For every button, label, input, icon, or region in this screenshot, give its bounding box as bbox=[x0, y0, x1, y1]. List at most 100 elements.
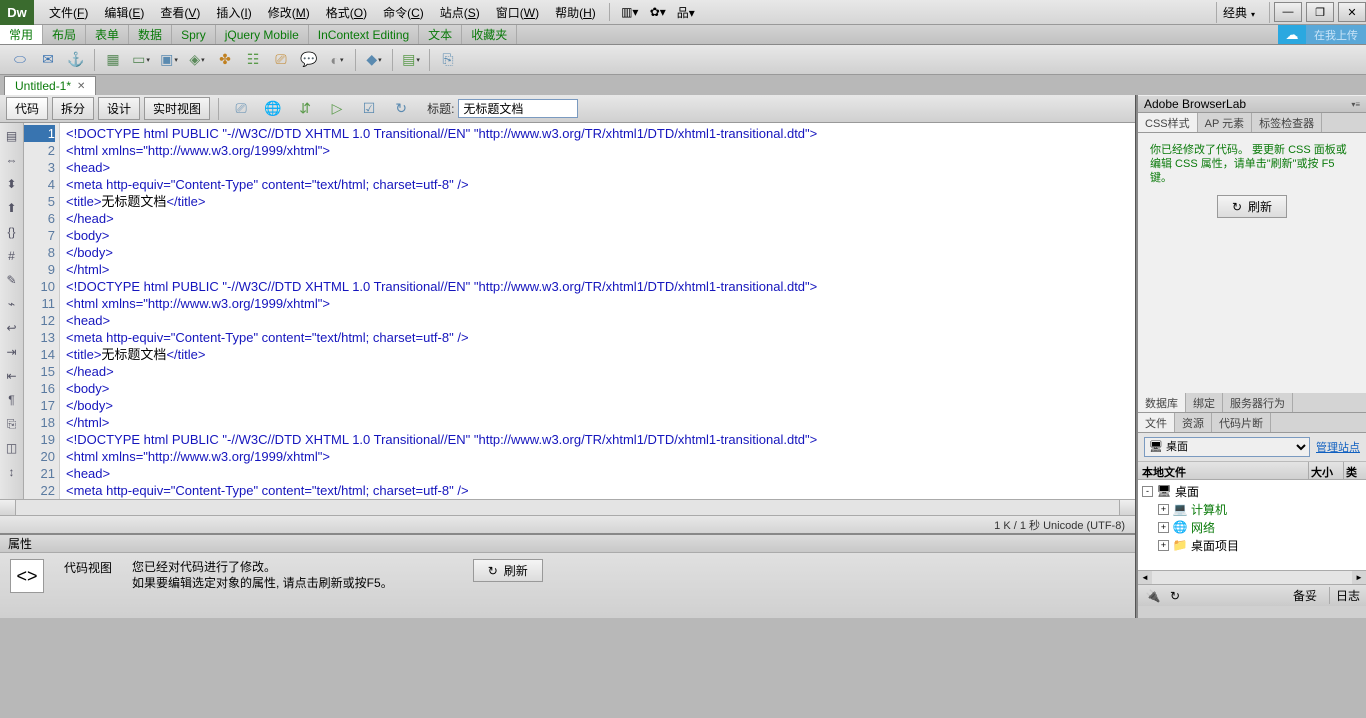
files-tree[interactable]: -🖥桌面+💻计算机+🌐网络+📁桌面项目 bbox=[1138, 480, 1366, 570]
hyperlink-icon[interactable]: ⬭ bbox=[9, 49, 31, 71]
server-icon[interactable]: ⎚ bbox=[270, 49, 292, 71]
templates-icon[interactable]: ▤ bbox=[400, 49, 422, 71]
menu-i[interactable]: 插入(I) bbox=[209, 1, 258, 24]
category-tab[interactable]: jQuery Mobile bbox=[216, 25, 309, 44]
properties-header[interactable]: 属性 bbox=[0, 535, 1135, 553]
files-scrollbar[interactable] bbox=[1138, 570, 1366, 584]
close-button[interactable]: ✕ bbox=[1338, 2, 1366, 22]
expand-icon[interactable]: ⬍ bbox=[3, 175, 21, 193]
tree-toggle[interactable]: + bbox=[1158, 540, 1169, 551]
log-link[interactable]: 日志 bbox=[1329, 587, 1360, 604]
panel-tab[interactable]: 绑定 bbox=[1186, 393, 1223, 412]
category-tab[interactable]: InContext Editing bbox=[309, 25, 419, 44]
site-dropdown[interactable]: 🖥 桌面 bbox=[1144, 437, 1310, 457]
browserlab-header[interactable]: Adobe BrowserLab▾≡ bbox=[1138, 95, 1366, 113]
category-tab[interactable]: 数据 bbox=[129, 25, 172, 44]
balance-icon[interactable]: {} bbox=[3, 223, 21, 241]
maximize-button[interactable]: ❐ bbox=[1306, 2, 1334, 22]
code-view-button[interactable]: 代码 bbox=[6, 97, 48, 120]
widget-icon[interactable]: ✤ bbox=[214, 49, 236, 71]
tree-toggle[interactable]: + bbox=[1158, 504, 1169, 515]
browser-icon[interactable]: 🌐 bbox=[262, 98, 284, 120]
div-icon[interactable]: ▭ bbox=[130, 49, 152, 71]
check-icon[interactable]: ☑ bbox=[358, 98, 380, 120]
word-wrap-icon[interactable]: ↩ bbox=[3, 319, 21, 337]
tree-row[interactable]: +💻计算机 bbox=[1138, 500, 1366, 518]
props-refresh-button[interactable]: ↻刷新 bbox=[473, 559, 543, 582]
line-numbers-icon[interactable]: # bbox=[3, 247, 21, 265]
live-view-button[interactable]: 实时视图 bbox=[144, 97, 210, 120]
category-tab[interactable]: 常用 bbox=[0, 25, 43, 44]
refresh-icon[interactable]: ↻ bbox=[390, 98, 412, 120]
design-view-button[interactable]: 设计 bbox=[98, 97, 140, 120]
menu-h[interactable]: 帮助(H) bbox=[548, 1, 603, 24]
live-code-icon[interactable]: ⎚ bbox=[230, 98, 252, 120]
highlight-icon[interactable]: ✎ bbox=[3, 271, 21, 289]
tree-row[interactable]: +📁桌面项目 bbox=[1138, 536, 1366, 554]
menu-m[interactable]: 修改(M) bbox=[261, 1, 317, 24]
tree-toggle[interactable]: - bbox=[1142, 486, 1153, 497]
recent-icon[interactable]: ⎘ bbox=[3, 415, 21, 433]
document-tab[interactable]: Untitled-1* ✕ bbox=[4, 76, 96, 95]
tree-toggle[interactable]: + bbox=[1158, 522, 1169, 533]
move-icon[interactable]: ↕ bbox=[3, 463, 21, 481]
category-tab[interactable]: 收藏夹 bbox=[462, 25, 517, 44]
menu-e[interactable]: 编辑(E) bbox=[97, 1, 151, 24]
format-icon[interactable]: ¶ bbox=[3, 391, 21, 409]
panel-tab[interactable]: 数据库 bbox=[1138, 393, 1186, 412]
panel-tab[interactable]: 服务器行为 bbox=[1223, 393, 1293, 412]
open-docs-icon[interactable]: ▤ bbox=[3, 127, 21, 145]
tree-row[interactable]: -🖥桌面 bbox=[1138, 482, 1366, 500]
menu-s[interactable]: 站点(S) bbox=[433, 1, 487, 24]
site-icon[interactable]: 品▾ bbox=[676, 4, 696, 20]
tree-row[interactable]: +🌐网络 bbox=[1138, 518, 1366, 536]
category-tab[interactable]: 表单 bbox=[86, 25, 129, 44]
manage-sites-link[interactable]: 管理站点 bbox=[1316, 439, 1360, 455]
title-input[interactable] bbox=[458, 99, 578, 118]
menu-w[interactable]: 窗口(W) bbox=[489, 1, 546, 24]
close-tab-icon[interactable]: ✕ bbox=[77, 81, 85, 92]
css-refresh-button[interactable]: ↻刷新 bbox=[1217, 195, 1287, 218]
workspace-dropdown[interactable]: 经典 bbox=[1216, 2, 1270, 23]
category-tab[interactable]: 布局 bbox=[43, 25, 86, 44]
syntax-icon[interactable]: ⌁ bbox=[3, 295, 21, 313]
category-tab[interactable]: Spry bbox=[172, 25, 216, 44]
select-parent-icon[interactable]: ⬆ bbox=[3, 199, 21, 217]
panel-tab[interactable]: CSS样式 bbox=[1138, 113, 1198, 132]
category-tab[interactable]: 文本 bbox=[419, 25, 462, 44]
snippets-icon[interactable]: ◫ bbox=[3, 439, 21, 457]
comment-icon[interactable]: 💬 bbox=[298, 49, 320, 71]
menu-c[interactable]: 命令(C) bbox=[376, 1, 431, 24]
panel-tab[interactable]: 代码片断 bbox=[1212, 413, 1271, 432]
minimize-button[interactable]: — bbox=[1274, 2, 1302, 22]
image-icon[interactable]: ▣ bbox=[158, 49, 180, 71]
menu-v[interactable]: 查看(V) bbox=[153, 1, 207, 24]
indent-icon[interactable]: ⇥ bbox=[3, 343, 21, 361]
menu-f[interactable]: 文件(F) bbox=[42, 1, 95, 24]
h-scrollbar[interactable] bbox=[0, 499, 1135, 515]
panel-tab[interactable]: AP 元素 bbox=[1198, 113, 1253, 132]
menu-o[interactable]: 格式(O) bbox=[319, 1, 374, 24]
media-icon[interactable]: ◈ bbox=[186, 49, 208, 71]
tag-chooser-icon[interactable]: ⎘ bbox=[437, 49, 459, 71]
outdent-icon[interactable]: ⇤ bbox=[3, 367, 21, 385]
connect-icon[interactable]: 🔌 bbox=[1144, 587, 1162, 605]
panel-tab[interactable]: 资源 bbox=[1175, 413, 1212, 432]
code-editor[interactable]: ▤ ⇔ ⬍ ⬆ {} # ✎ ⌁ ↩ ⇥ ⇤ ¶ ⎘ ◫ ↕ 123456789… bbox=[0, 123, 1135, 499]
table-icon[interactable]: ▦ bbox=[102, 49, 124, 71]
file-mgmt-icon[interactable]: ⇵ bbox=[294, 98, 316, 120]
code-text[interactable]: <!DOCTYPE html PUBLIC "-//W3C//DTD XHTML… bbox=[60, 123, 1135, 499]
refresh-files-icon[interactable]: ↻ bbox=[1166, 587, 1184, 605]
script-icon[interactable]: ◆ bbox=[363, 49, 385, 71]
layout-icon[interactable]: ▥▾ bbox=[620, 4, 640, 20]
anchor-icon[interactable]: ⚓ bbox=[65, 49, 87, 71]
extension-icon[interactable]: ✿▾ bbox=[648, 4, 668, 20]
date-icon[interactable]: ☷ bbox=[242, 49, 264, 71]
preview-icon[interactable]: ▷ bbox=[326, 98, 348, 120]
cloud-icon[interactable]: ☁ bbox=[1278, 25, 1306, 44]
split-view-button[interactable]: 拆分 bbox=[52, 97, 94, 120]
email-icon[interactable]: ✉ bbox=[37, 49, 59, 71]
collapse-icon[interactable]: ⇔ bbox=[3, 151, 21, 169]
cloud-label[interactable]: 在我上传 bbox=[1306, 25, 1366, 44]
head-icon[interactable]: ◐ bbox=[326, 49, 348, 71]
